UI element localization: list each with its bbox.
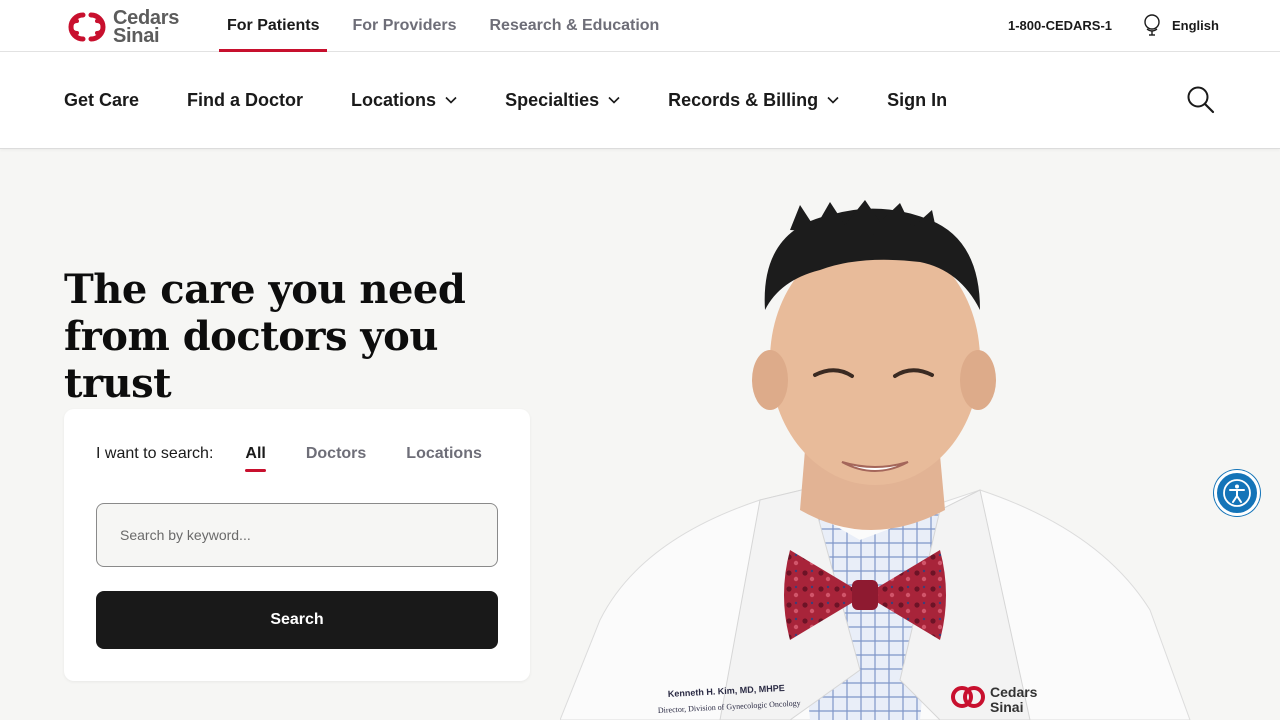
- nav-get-care[interactable]: Get Care: [64, 90, 139, 111]
- nav-label: Locations: [351, 89, 437, 110]
- coat-logo-line-2: Sinai: [990, 699, 1023, 715]
- search-tab-doctors[interactable]: Doctors: [306, 445, 366, 463]
- search-button[interactable]: Search: [96, 591, 498, 649]
- logo-line-2: Sinai: [113, 25, 160, 47]
- audience-tabs: For Patients For Providers Research & Ed…: [219, 0, 684, 52]
- search-icon[interactable]: [1186, 85, 1216, 115]
- tab-for-patients[interactable]: For Patients: [219, 0, 328, 52]
- nav-label: Records & Billing: [668, 89, 819, 110]
- doctor-photo: Kenneth H. Kim, MD, MHPE Director, Divis…: [560, 200, 1191, 720]
- nav-items: Get Care Find a Doctor Locations Special…: [64, 52, 995, 148]
- accessibility-icon: [1223, 479, 1251, 507]
- language-selector[interactable]: English: [1143, 14, 1219, 36]
- globe-icon: [1144, 14, 1160, 36]
- search-type-tabs: I want to search: All Doctors Locations: [96, 441, 522, 472]
- keyword-search-input[interactable]: [96, 503, 498, 567]
- nav-label: Specialties: [505, 89, 600, 110]
- phone-link[interactable]: 1-800-CEDARS-1: [1008, 18, 1112, 33]
- nav-label: Find a Doctor: [187, 89, 304, 110]
- coat-logo-line-1: Cedars: [990, 684, 1038, 700]
- logo-wordmark: Cedars Sinai: [113, 8, 179, 47]
- nav-records-billing[interactable]: Records & Billing: [668, 90, 839, 111]
- nav-find-a-doctor[interactable]: Find a Doctor: [187, 90, 303, 111]
- nav-specialties[interactable]: Specialties: [505, 90, 620, 111]
- chevron-down-icon: [445, 96, 457, 104]
- nav-label: Sign In: [887, 89, 948, 110]
- logo-mark-icon: [68, 12, 106, 42]
- hero-title: The care you need from doctors you trust: [64, 266, 466, 407]
- nav-label: Get Care: [64, 89, 140, 110]
- tab-for-providers[interactable]: For Providers: [344, 0, 464, 52]
- tab-research-education[interactable]: Research & Education: [482, 0, 668, 52]
- nav-locations[interactable]: Locations: [351, 90, 457, 111]
- search-type-label: I want to search:: [96, 445, 214, 462]
- language-label: English: [1172, 17, 1219, 33]
- search-tab-all[interactable]: All: [245, 445, 267, 472]
- search-tab-locations[interactable]: Locations: [406, 445, 482, 463]
- cedars-sinai-logo[interactable]: Cedars Sinai: [63, 7, 183, 47]
- accessibility-button[interactable]: [1214, 470, 1260, 516]
- main-navigation: Get Care Find a Doctor Locations Special…: [0, 52, 1280, 149]
- search-card: I want to search: All Doctors Locations …: [64, 409, 530, 681]
- nav-sign-in[interactable]: Sign In: [887, 90, 947, 111]
- chevron-down-icon: [827, 96, 839, 104]
- chevron-down-icon: [608, 96, 620, 104]
- top-utility-bar: Cedars Sinai For Patients For Providers …: [0, 0, 1280, 52]
